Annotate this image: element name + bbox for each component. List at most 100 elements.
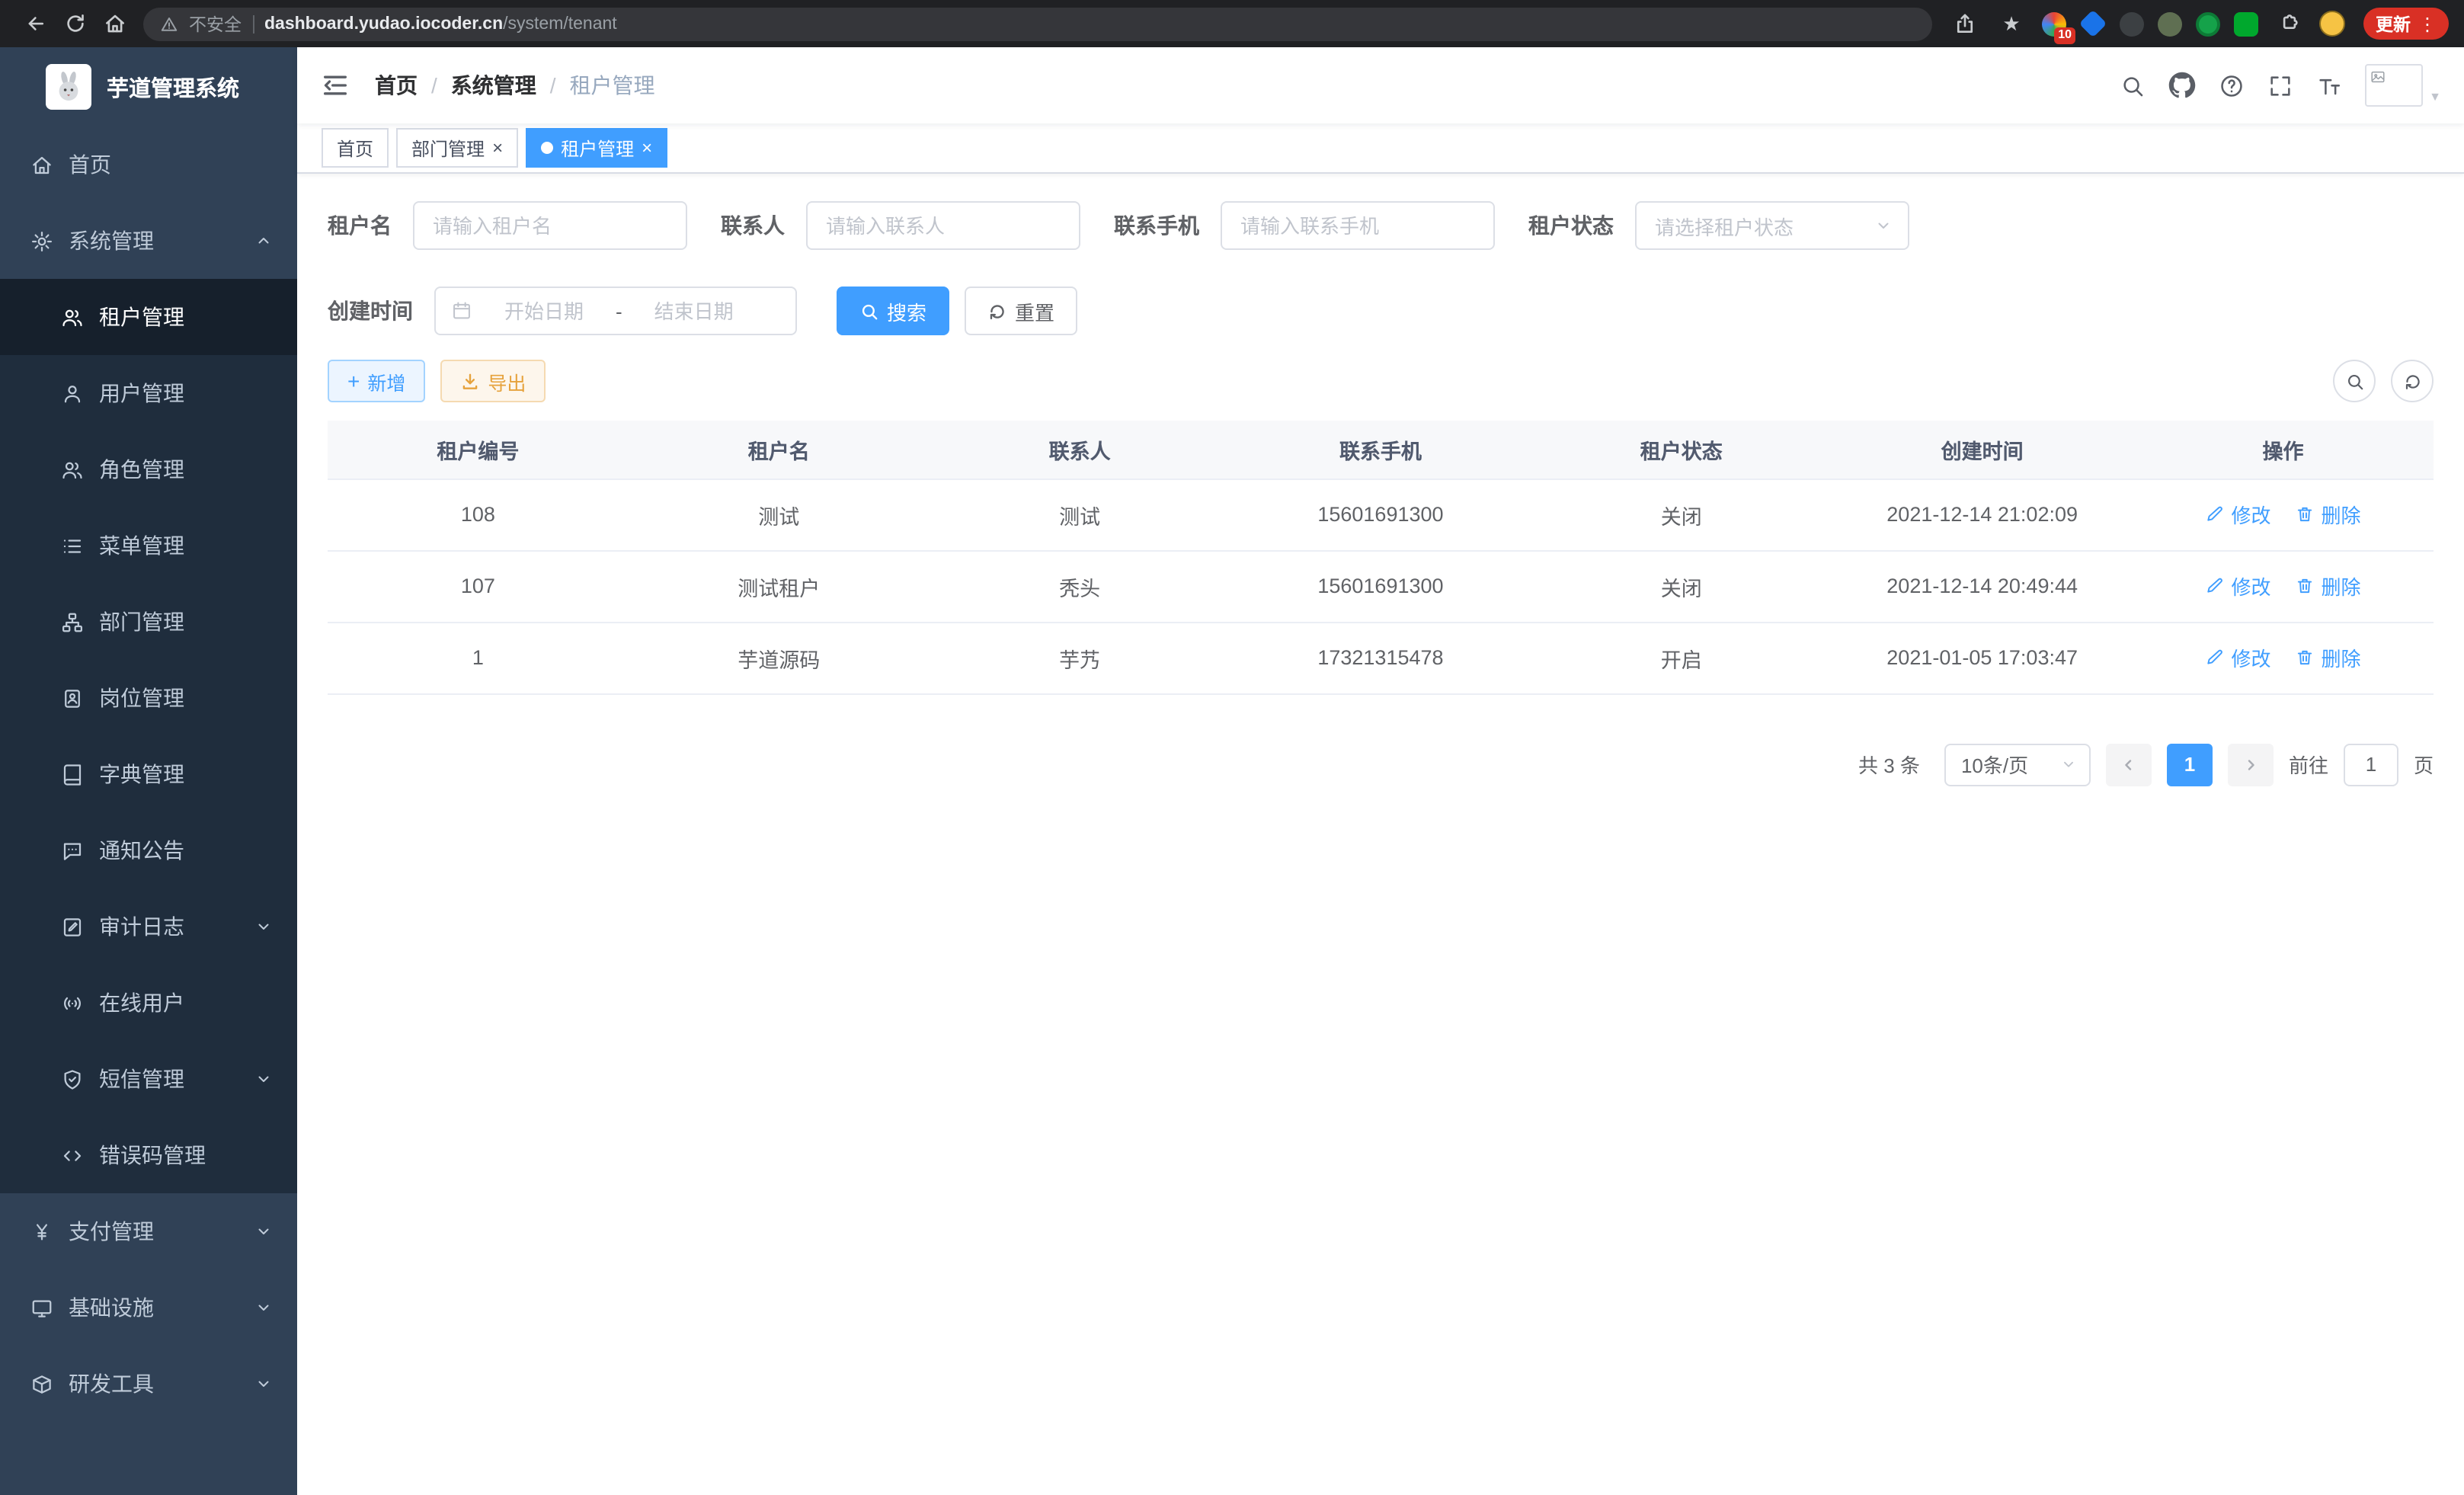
sidebar-item-error-code-management[interactable]: 错误码管理: [0, 1117, 297, 1193]
table-row: 1 芋道源码 芋艿 17321315478 开启 2021-01-05 17:0…: [328, 622, 2434, 693]
browser-update-button[interactable]: 更新 ⋮: [2363, 8, 2449, 40]
sidebar-item-tenant-management[interactable]: 租户管理: [0, 279, 297, 355]
tag-close-icon[interactable]: ×: [492, 139, 503, 157]
breadcrumb-home[interactable]: 首页: [375, 70, 418, 101]
github-icon[interactable]: [2168, 72, 2196, 99]
sidebar-item-payment-management[interactable]: 支付管理: [0, 1193, 297, 1269]
actions-header: 操作: [2133, 421, 2434, 479]
shield-icon: [61, 1068, 84, 1090]
contact-input[interactable]: [806, 201, 1080, 250]
help-icon[interactable]: [2219, 72, 2245, 98]
filter-row-2: 创建时间 - 搜索 重置: [328, 287, 2434, 335]
cube-icon: [30, 1372, 53, 1395]
sidebar-item-menu-management[interactable]: 菜单管理: [0, 507, 297, 584]
fullscreen-icon[interactable]: [2267, 72, 2293, 98]
add-button[interactable]: + 新增: [328, 360, 425, 402]
sidebar-item-dev-tools[interactable]: 研发工具: [0, 1346, 297, 1422]
collapse-sidebar-icon[interactable]: [320, 70, 350, 101]
delete-button[interactable]: 删除: [2296, 571, 2361, 600]
browser-home-icon[interactable]: [94, 4, 134, 43]
page-number-button[interactable]: 1: [2167, 743, 2213, 786]
browser-reload-icon[interactable]: [55, 4, 94, 43]
tenant-name-input[interactable]: [413, 201, 687, 250]
breadcrumb-separator: /: [431, 73, 437, 98]
user-avatar-menu[interactable]: ▼: [2365, 64, 2441, 107]
reset-button[interactable]: 重置: [965, 287, 1077, 335]
search-button[interactable]: 搜索: [837, 287, 949, 335]
monitor-icon: [30, 1296, 53, 1319]
sidebar-item-dict-management[interactable]: 字典管理: [0, 736, 297, 812]
tag-department-management[interactable]: 部门管理 ×: [396, 128, 518, 168]
browser-toolbar-right: ★ 10 更新 ⋮: [1947, 7, 2449, 40]
status-header: 租户状态: [1531, 421, 1832, 479]
extension-icon-3[interactable]: [2120, 11, 2144, 36]
sidebar-item-department-management[interactable]: 部门管理: [0, 584, 297, 660]
font-size-icon[interactable]: [2316, 72, 2342, 98]
app-logo[interactable]: 芋道管理系统: [0, 47, 297, 126]
extension-icon-5[interactable]: [2196, 11, 2220, 36]
sidebar-item-notice[interactable]: 通知公告: [0, 812, 297, 888]
chevron-down-icon: [254, 1375, 273, 1393]
extension-icon-2[interactable]: [2079, 10, 2107, 38]
page-size-select[interactable]: 10条/页: [1944, 743, 2091, 786]
sidebar-item-post-management[interactable]: 岗位管理: [0, 660, 297, 736]
delete-button[interactable]: 删除: [2296, 643, 2361, 672]
export-button[interactable]: 导出: [440, 360, 546, 402]
extension-icon-1[interactable]: 10: [2042, 11, 2066, 36]
prev-page-button[interactable]: [2106, 743, 2152, 786]
logo-image: [46, 64, 91, 110]
breadcrumb-system-management[interactable]: 系统管理: [451, 70, 536, 101]
next-page-button[interactable]: [2228, 743, 2274, 786]
navbar-tools: ▼: [2120, 64, 2441, 107]
sidebar-item-audit-log[interactable]: 审计日志: [0, 888, 297, 965]
goto-label: 前往: [2289, 750, 2328, 779]
sidebar-item-system-management[interactable]: 系统管理: [0, 203, 297, 279]
mobile-input[interactable]: [1221, 201, 1495, 250]
share-icon[interactable]: [1947, 7, 1981, 40]
edit-button[interactable]: 修改: [2206, 500, 2271, 529]
tag-home[interactable]: 首页: [322, 128, 389, 168]
sidebar-item-sms-management[interactable]: 短信管理: [0, 1041, 297, 1117]
tenant-name-header: 租户名: [629, 421, 930, 479]
tag-close-icon[interactable]: ×: [642, 139, 652, 157]
chevron-down-icon: [254, 1298, 273, 1317]
sidebar: 芋道管理系统 首页 系统管理 租户管理: [0, 47, 297, 1495]
extensions-puzzle-icon[interactable]: [2272, 7, 2306, 40]
tenant-status-select[interactable]: 请选择租户状态: [1635, 201, 1909, 250]
sidebar-item-home[interactable]: 首页: [0, 126, 297, 203]
cell-mobile: 15601691300: [1230, 550, 1531, 622]
sidebar-item-user-management[interactable]: 用户管理: [0, 355, 297, 431]
sidebar-item-infrastructure[interactable]: 基础设施: [0, 1269, 297, 1346]
edit-button[interactable]: 修改: [2206, 643, 2271, 672]
sidebar-item-online-users[interactable]: 在线用户: [0, 965, 297, 1041]
start-date-input[interactable]: [478, 299, 610, 322]
edit-button[interactable]: 修改: [2206, 571, 2271, 600]
browser-address-bar[interactable]: 不安全 dashboard.yudao.iocoder.cn/system/te…: [143, 7, 1932, 40]
sidebar-item-role-management[interactable]: 角色管理: [0, 431, 297, 507]
end-date-input[interactable]: [629, 299, 760, 322]
delete-button[interactable]: 删除: [2296, 500, 2361, 529]
browser-menu-dots-icon[interactable]: ⋮: [2418, 13, 2437, 34]
log-icon: [61, 915, 84, 938]
cell-created: 2021-12-14 21:02:09: [1832, 479, 2133, 550]
browser-back-icon[interactable]: [15, 4, 55, 43]
extension-badge: 10: [2054, 27, 2075, 43]
extension-icon-6[interactable]: [2234, 11, 2258, 36]
chevron-down-icon: [2060, 756, 2077, 773]
create-time-range-picker[interactable]: -: [434, 287, 797, 335]
refresh-table-button[interactable]: [2391, 360, 2434, 402]
avatar-broken-image: [2365, 64, 2423, 107]
pagination: 共 3 条 10条/页 1 前往 页: [328, 743, 2434, 786]
edit-icon: [2206, 648, 2226, 667]
header-search-icon[interactable]: [2120, 72, 2146, 98]
extension-icon-4[interactable]: [2158, 11, 2182, 36]
breadcrumb-separator: /: [550, 73, 556, 98]
trash-icon: [2296, 504, 2315, 524]
browser-profile-avatar[interactable]: [2319, 11, 2345, 37]
toggle-search-button[interactable]: [2333, 360, 2376, 402]
refresh-icon: [2402, 371, 2422, 391]
tag-tenant-management[interactable]: 租户管理 ×: [526, 128, 667, 168]
goto-page-input[interactable]: [2344, 743, 2398, 786]
page-url: dashboard.yudao.iocoder.cn/system/tenant: [264, 14, 617, 33]
bookmark-star-icon[interactable]: ★: [1995, 7, 2028, 40]
